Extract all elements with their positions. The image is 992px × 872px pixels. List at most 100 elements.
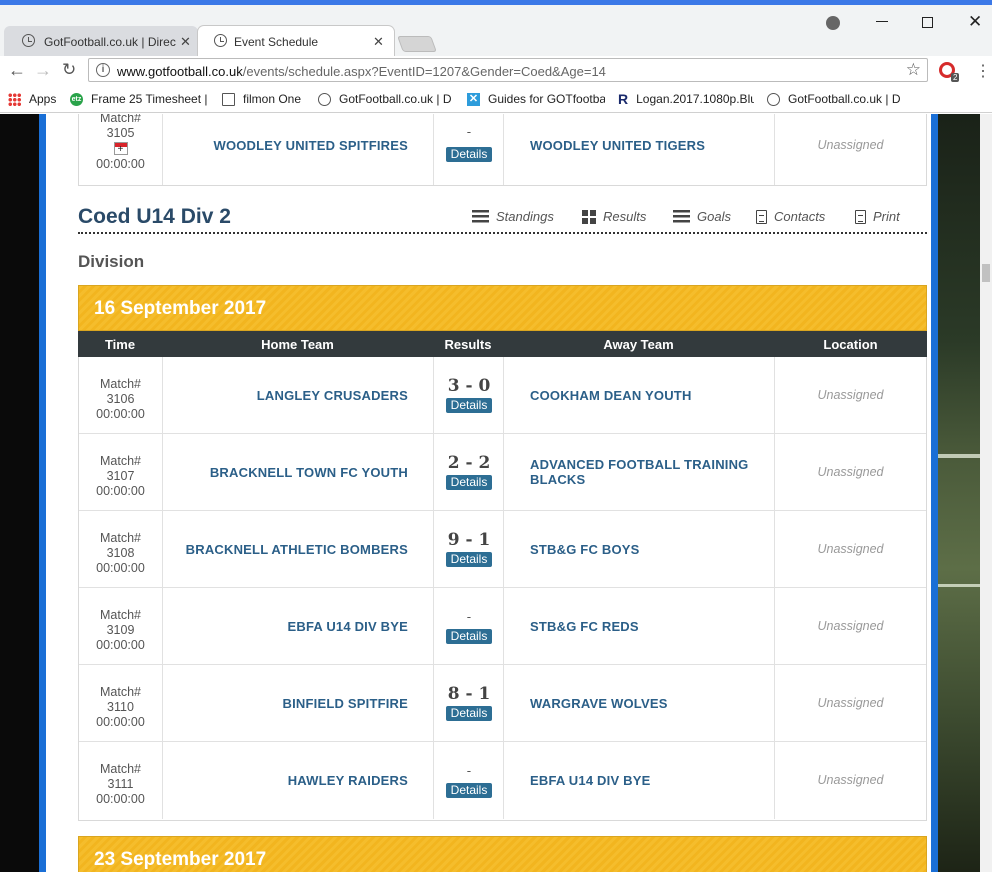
match-label: Match# [100, 762, 141, 776]
match-time: 00:00:00 [96, 407, 145, 421]
details-button[interactable]: Details [446, 783, 492, 798]
divider [78, 232, 927, 234]
away-team-cell: ADVANCED FOOTBALL TRAINING BLACKS [504, 434, 775, 510]
minimize-icon[interactable] [876, 21, 888, 22]
home-team-link[interactable]: BRACKNELL ATHLETIC BOMBERS [186, 542, 408, 557]
url-path: /events/schedule.aspx?EventID=1207&Gende… [242, 64, 606, 79]
bookmark-label: GotFootball.co.uk | D [788, 92, 901, 106]
result-cell: - Details [434, 114, 504, 185]
match-time: 00:00:00 [96, 792, 145, 806]
away-team-link[interactable]: COOKHAM DEAN YOUTH [530, 388, 765, 403]
maximize-icon[interactable] [922, 17, 933, 28]
away-team-link[interactable]: WOODLEY UNITED TIGERS [530, 138, 765, 153]
bookmark-timesheet[interactable]: etz Frame 25 Timesheet | [70, 92, 208, 106]
away-team-link[interactable]: EBFA U14 DIV BYE [530, 773, 765, 788]
away-team-link[interactable]: STB&G FC BOYS [530, 542, 765, 557]
bookmark-apps[interactable]: Apps [8, 92, 63, 106]
match-time-cell: Match# 3106 00:00:00 [79, 357, 163, 433]
info-icon[interactable]: i [96, 63, 110, 77]
bookmarks-bar: Apps etz Frame 25 Timesheet | filmon One … [0, 86, 992, 113]
details-button[interactable]: Details [446, 398, 492, 413]
location-cell: Unassigned [775, 665, 926, 741]
bookmark-label: GotFootball.co.uk | D [339, 92, 452, 106]
home-team-link[interactable]: BRACKNELL TOWN FC YOUTH [210, 465, 408, 480]
close-window-icon[interactable]: ✕ [968, 12, 982, 32]
extension-badge: 2 [951, 73, 960, 82]
date-header: 23 September 2017 [78, 836, 927, 872]
match-number: 3110 [107, 700, 134, 714]
clock-icon [214, 34, 227, 47]
away-team-cell: WARGRAVE WOLVES [504, 665, 775, 741]
score: - [466, 764, 472, 779]
location-cell: Unassigned [775, 114, 926, 185]
contacts-link[interactable]: Contacts [756, 209, 825, 224]
home-team-link[interactable]: LANGLEY CRUSADERS [257, 388, 408, 403]
match-number: 3107 [106, 469, 135, 483]
details-button[interactable]: Details [446, 552, 492, 567]
etz-icon: etz [70, 92, 83, 106]
contacts-label: Contacts [774, 209, 826, 224]
goals-link[interactable]: Goals [673, 209, 731, 224]
bookmark-star-icon[interactable]: ☆ [906, 60, 921, 80]
bookmark-logan[interactable]: R Logan.2017.1080p.Blu [618, 92, 754, 106]
bookmark-label: filmon One [243, 92, 302, 106]
bookmark-gotfootball-2[interactable]: GotFootball.co.uk | D [767, 92, 901, 106]
address-bar[interactable]: i www.gotfootball.co.uk/events/schedule.… [88, 58, 928, 82]
home-team-link[interactable]: BINFIELD SPITFIRE [283, 696, 408, 711]
bookmark-gotfootball-1[interactable]: GotFootball.co.uk | D [318, 92, 452, 106]
result-cell: 8 - 1 Details [434, 665, 504, 741]
results-link[interactable]: Results [582, 209, 646, 224]
details-button[interactable]: Details [446, 147, 492, 162]
menu-icon[interactable]: ⋮ [975, 61, 991, 81]
print-label: Print [873, 209, 900, 224]
standings-link[interactable]: Standings [472, 209, 554, 224]
away-team-link[interactable]: STB&G FC REDS [530, 619, 765, 634]
match-time-cell: Match# 3110 00:00:00 [79, 665, 163, 741]
score: 3 - 0 [447, 376, 491, 396]
home-team-link[interactable]: HAWLEY RAIDERS [288, 773, 408, 788]
profile-icon[interactable] [826, 16, 840, 30]
home-team-link[interactable]: WOODLEY UNITED SPITFIRES [213, 138, 408, 153]
new-tab-button[interactable] [397, 36, 437, 52]
score: 2 - 2 [447, 453, 491, 473]
table-row: Match# 3105 00:00:00 WOODLEY UNITED SPIT… [79, 114, 926, 185]
bookmark-label: Guides for GOTfootba [488, 92, 605, 106]
location-text: Unassigned [817, 388, 884, 402]
tab-gotfootball[interactable]: GotFootball.co.uk | Direct ✕ [4, 26, 198, 56]
bookmark-label: Frame 25 Timesheet | [91, 92, 208, 106]
bookmark-label: Logan.2017.1080p.Blu [636, 92, 754, 106]
scrollbar[interactable] [980, 114, 992, 872]
scrollbar-thumb[interactable] [982, 264, 990, 282]
print-link[interactable]: Print [855, 209, 900, 224]
list-icon [673, 210, 690, 223]
details-button[interactable]: Details [446, 629, 492, 644]
background-pitch-image [938, 114, 980, 872]
location-text: Unassigned [817, 542, 884, 556]
goals-label: Goals [697, 209, 731, 224]
reload-icon[interactable]: ↻ [62, 60, 76, 80]
away-team-link[interactable]: ADVANCED FOOTBALL TRAINING BLACKS [530, 457, 765, 487]
result-cell: 3 - 0 Details [434, 357, 504, 433]
match-time: 00:00:00 [96, 638, 145, 652]
home-team-link[interactable]: EBFA U14 DIV BYE [288, 619, 408, 634]
division-title: Coed U14 Div 2 [78, 205, 231, 228]
details-button[interactable]: Details [446, 706, 492, 721]
result-cell: - Details [434, 742, 504, 819]
bookmark-filmon[interactable]: filmon One [222, 92, 308, 106]
close-tab-icon[interactable]: ✕ [373, 34, 384, 50]
match-number: 3111 [107, 777, 134, 791]
close-tab-icon[interactable]: ✕ [180, 34, 191, 50]
forward-icon[interactable]: → [34, 60, 52, 81]
bookmark-guides[interactable]: ✕ Guides for GOTfootba [467, 92, 605, 106]
previous-schedule-table: Match# 3105 00:00:00 WOODLEY UNITED SPIT… [78, 114, 927, 186]
result-cell: 2 - 2 Details [434, 434, 504, 510]
away-team-link[interactable]: WARGRAVE WOLVES [530, 696, 765, 711]
away-team-cell: WOODLEY UNITED TIGERS [504, 114, 775, 185]
table-header: Time Home Team Results Away Team Locatio… [78, 331, 927, 357]
details-button[interactable]: Details [446, 475, 492, 490]
tab-label: Event Schedule [234, 35, 319, 49]
date-label: 16 September 2017 [94, 298, 267, 319]
score: - [466, 610, 472, 625]
tab-event-schedule[interactable]: Event Schedule ✕ [198, 26, 394, 56]
back-icon[interactable]: ← [8, 60, 26, 81]
